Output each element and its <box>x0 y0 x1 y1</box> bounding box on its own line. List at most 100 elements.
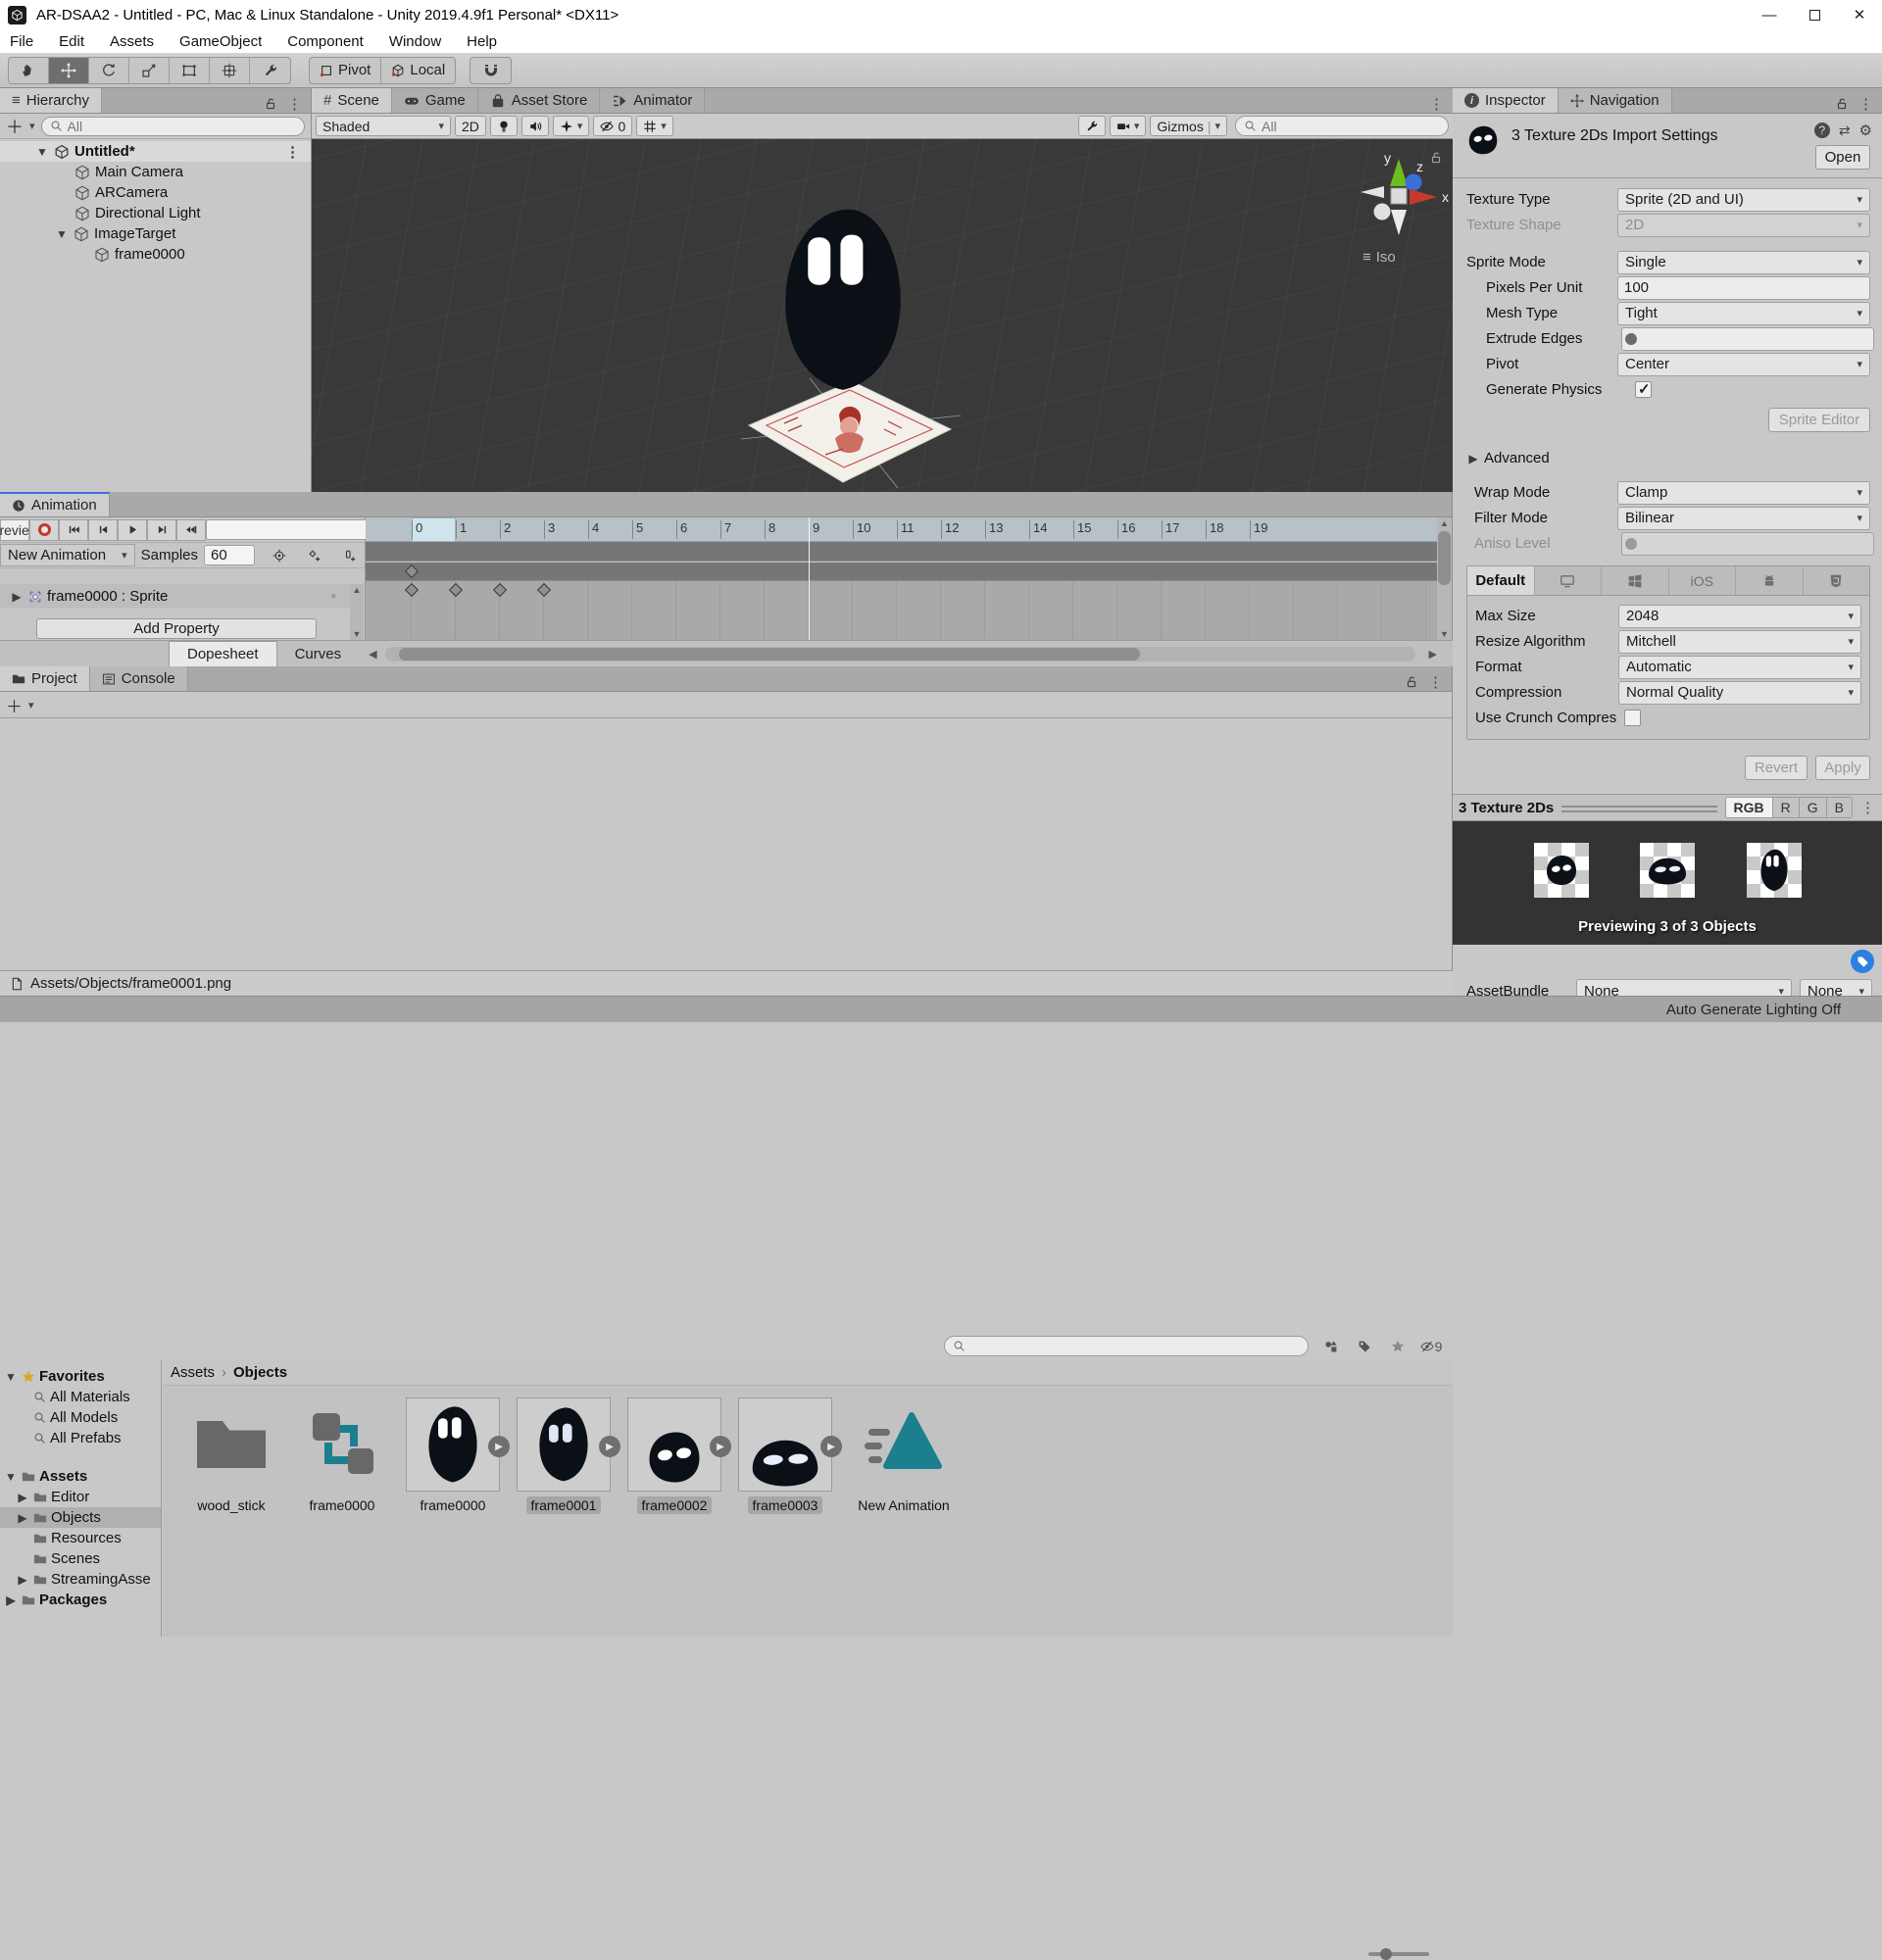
playhead[interactable] <box>809 517 810 640</box>
tree-packages[interactable]: ▶Packages <box>0 1590 161 1610</box>
auto-generate-lighting-status[interactable]: Auto Generate Lighting Off <box>1666 1002 1841 1018</box>
hierarchy-item-frame0000[interactable]: frame0000 <box>0 244 311 265</box>
scale-tool-button[interactable] <box>129 58 170 83</box>
filter-mode-dropdown[interactable]: Bilinear▾ <box>1617 507 1870 530</box>
project-search-input[interactable] <box>970 1339 1300 1354</box>
scene-viewport[interactable]: y z x ≡Iso <box>312 139 1453 492</box>
scene-effects-dropdown[interactable]: ▾ <box>553 116 590 136</box>
lock-icon[interactable] <box>1405 675 1418 689</box>
first-key-button[interactable] <box>59 519 88 541</box>
local-toggle[interactable]: Local <box>381 58 455 83</box>
scene-audio-toggle[interactable] <box>521 116 549 136</box>
foldout-icon[interactable]: ▶ <box>10 590 24 604</box>
hidden-count-button[interactable]: 9 <box>1416 1336 1446 1356</box>
gear-icon[interactable]: ⚙ <box>1859 122 1872 139</box>
foldout-icon[interactable]: ▼ <box>35 145 49 159</box>
project-search[interactable] <box>944 1336 1309 1356</box>
pixels-per-unit-field[interactable] <box>1617 276 1870 300</box>
panel-menu-icon[interactable]: ⋮ <box>1428 673 1444 691</box>
hierarchy-search[interactable] <box>41 117 305 136</box>
dopesheet-hscrollbar[interactable] <box>385 647 1415 662</box>
max-size-dropdown[interactable]: 2048▾ <box>1618 605 1861 628</box>
hierarchy-item-directional-light[interactable]: Directional Light <box>0 203 311 223</box>
tab-scene[interactable]: #Scene <box>312 88 392 113</box>
tab-project[interactable]: Project <box>0 666 90 691</box>
tab-animator[interactable]: Animator <box>600 88 705 113</box>
hierarchy-scene-row[interactable]: ▼ Untitled* ⋮ <box>0 141 311 162</box>
search-by-label-button[interactable] <box>1350 1336 1379 1356</box>
extrude-edges-field[interactable] <box>1621 327 1874 351</box>
scene-search[interactable] <box>1235 116 1449 136</box>
asset-item-frame0003[interactable]: ▶ frame0003 <box>738 1397 832 1637</box>
hierarchy-item-imagetarget[interactable]: ▼ ImageTarget <box>0 223 311 244</box>
foldout-icon[interactable]: ▼ <box>55 227 69 241</box>
expand-subassets-icon[interactable]: ▶ <box>599 1436 620 1457</box>
favorites-filter-button[interactable] <box>1383 1336 1412 1356</box>
lock-icon[interactable] <box>1835 97 1849 111</box>
preview-header[interactable]: 3 Texture 2Ds RGB R G B ⋮ <box>1453 794 1882 821</box>
pivot-dropdown[interactable]: Center▾ <box>1617 353 1870 376</box>
tab-navigation[interactable]: Navigation <box>1559 88 1672 113</box>
asset-item-frame0001[interactable]: ▶ frame0001 <box>517 1397 611 1637</box>
asset-item-frame0000-prefab[interactable]: frame0000 <box>295 1397 389 1637</box>
scene-camera-dropdown[interactable]: ▾ <box>1110 116 1147 136</box>
compression-dropdown[interactable]: Normal Quality▾ <box>1618 681 1861 705</box>
lock-icon[interactable] <box>264 97 277 111</box>
menu-window[interactable]: Window <box>389 33 441 50</box>
tree-favorites[interactable]: ▼Favorites <box>0 1366 161 1387</box>
breadcrumb-objects[interactable]: Objects <box>233 1364 287 1381</box>
asset-item-frame0000[interactable]: ▶ frame0000 <box>406 1397 500 1637</box>
hand-tool-button[interactable] <box>9 58 49 83</box>
tab-game[interactable]: Game <box>392 88 478 113</box>
channel-rgb-button[interactable]: RGB <box>1726 798 1773 817</box>
tab-console[interactable]: Console <box>90 666 188 691</box>
tree-all-materials[interactable]: All Materials <box>0 1387 161 1407</box>
menu-file[interactable]: File <box>10 33 33 50</box>
menu-gameobject[interactable]: GameObject <box>179 33 262 50</box>
tree-folder-objects[interactable]: ▶Objects <box>0 1507 161 1528</box>
last-key-button[interactable] <box>176 519 206 541</box>
prev-key-button[interactable] <box>88 519 118 541</box>
tab-asset-store[interactable]: Asset Store <box>478 88 601 113</box>
asset-item-new-animation[interactable]: New Animation <box>849 1397 959 1637</box>
keyframe-diamond[interactable] <box>449 583 463 597</box>
close-button[interactable]: ✕ <box>1837 0 1882 29</box>
add-event-button[interactable] <box>335 545 365 566</box>
hscroll-left-icon[interactable]: ◀ <box>369 648 376 661</box>
create-add-button[interactable]: ＋ <box>6 114 24 139</box>
platform-tab-webgl[interactable] <box>1804 566 1870 595</box>
advanced-label[interactable]: Advanced <box>1484 450 1550 466</box>
channel-g-button[interactable]: G <box>1800 798 1827 817</box>
rotate-tool-button[interactable] <box>89 58 129 83</box>
advanced-foldout-icon[interactable]: ▶ <box>1466 452 1480 466</box>
tree-assets[interactable]: ▼Assets <box>0 1466 161 1487</box>
open-button[interactable]: Open <box>1815 145 1870 170</box>
hscroll-right-icon[interactable]: ▶ <box>1429 648 1437 661</box>
minimize-button[interactable]: — <box>1747 0 1792 29</box>
menu-edit[interactable]: Edit <box>59 33 84 50</box>
clip-dropdown[interactable]: New Animation▾ <box>0 544 135 566</box>
wrap-mode-dropdown[interactable]: Clamp▾ <box>1617 481 1870 505</box>
custom-tool-button[interactable] <box>250 58 290 83</box>
tab-curves[interactable]: Curves <box>277 641 360 666</box>
hierarchy-search-input[interactable] <box>68 119 296 134</box>
tree-folder-scenes[interactable]: Scenes <box>0 1548 161 1569</box>
shading-mode-dropdown[interactable]: Shaded▾ <box>316 116 451 136</box>
channel-r-button[interactable]: R <box>1773 798 1800 817</box>
platform-tab-android[interactable] <box>1736 566 1804 595</box>
tab-dopesheet[interactable]: Dopesheet <box>169 641 277 666</box>
hierarchy-item-main-camera[interactable]: Main Camera <box>0 162 311 182</box>
dopesheet-vscrollbar[interactable]: ▲▼ <box>1437 517 1452 640</box>
timeline-ruler[interactable]: 012345678910111213141516171819 <box>366 517 1438 542</box>
panel-menu-icon[interactable]: ⋮ <box>1429 95 1445 113</box>
sprite-object-frame0000[interactable] <box>770 196 916 404</box>
scene-search-input[interactable] <box>1262 119 1440 134</box>
expand-subassets-icon[interactable]: ▶ <box>710 1436 731 1457</box>
maximize-button[interactable] <box>1792 0 1837 29</box>
preview-drag-handle[interactable] <box>1561 806 1716 812</box>
create-add-caret[interactable]: ▾ <box>29 120 35 132</box>
pivot-toggle[interactable]: Pivot <box>310 58 381 83</box>
samples-field[interactable] <box>204 545 255 565</box>
rect-tool-button[interactable] <box>170 58 210 83</box>
texture-type-dropdown[interactable]: Sprite (2D and UI)▾ <box>1617 188 1870 212</box>
